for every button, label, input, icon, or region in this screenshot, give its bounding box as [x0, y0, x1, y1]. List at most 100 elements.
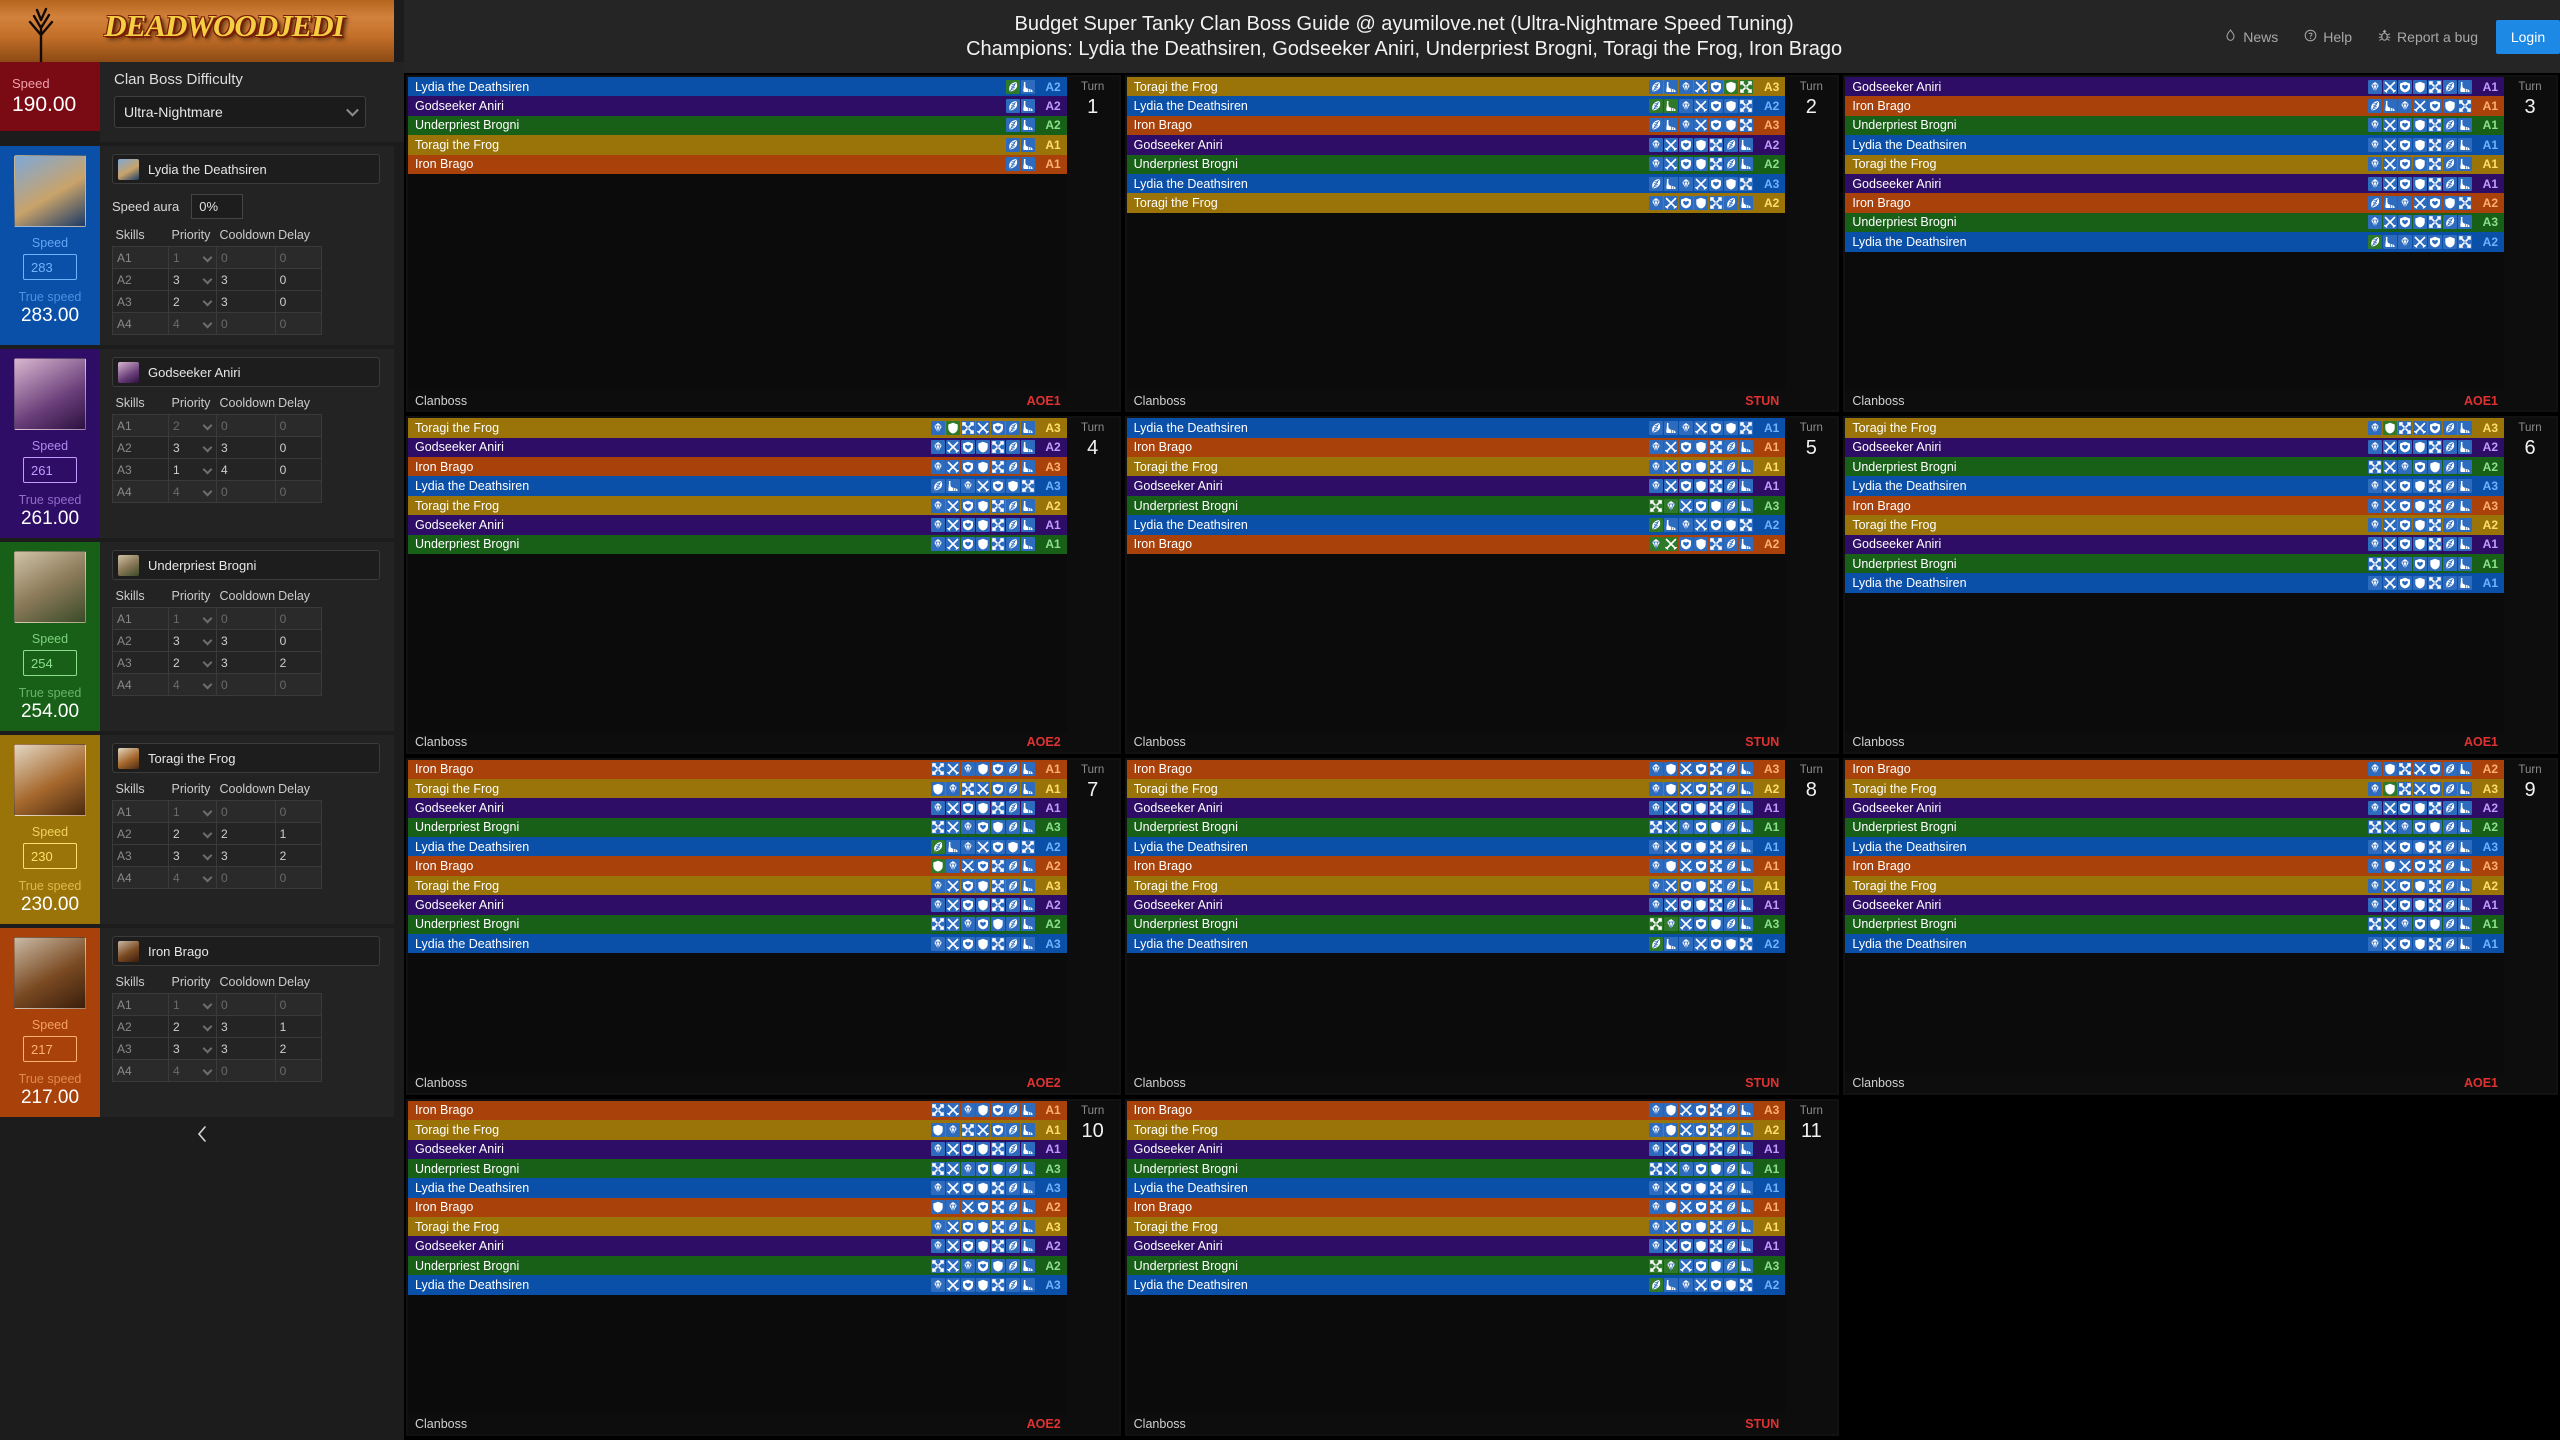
skill-priority-select[interactable]: 4	[168, 673, 217, 696]
turn-row[interactable]: Underpriest Brogni A2	[1845, 457, 2504, 477]
turn-row[interactable]: Underpriest Brogni A1	[1845, 115, 2504, 136]
skill-cooldown-input[interactable]: 3	[216, 290, 276, 313]
skill-cooldown-input[interactable]: 0	[216, 607, 276, 630]
skill-cooldown-input[interactable]: 4	[216, 458, 276, 481]
turn-row[interactable]: Lydia the Deathsiren A3	[408, 476, 1067, 496]
turn-row[interactable]: Iron Brago A1	[1845, 96, 2504, 116]
turn-row[interactable]: Toragi the Frog A1	[408, 135, 1067, 155]
champion-select[interactable]: Godseeker Aniri	[112, 357, 380, 387]
turn-row[interactable]: Toragi the Frog A3	[408, 875, 1067, 896]
skill-cooldown-input[interactable]: 3	[216, 268, 276, 291]
skill-cooldown-input[interactable]: 0	[216, 246, 276, 269]
skill-cooldown-input[interactable]: 0	[216, 673, 276, 696]
turn-row[interactable]: Godseeker Aniri A2	[408, 895, 1067, 915]
turn-row[interactable]: Lydia the Deathsiren A3	[408, 934, 1067, 954]
turn-row[interactable]: Toragi the Frog A1	[1845, 154, 2504, 174]
skill-delay-input[interactable]: 0	[274, 458, 322, 481]
turn-row[interactable]: Underpriest Brogni A2	[1126, 154, 1786, 174]
turn-row[interactable]: Iron Brago A3	[1126, 115, 1786, 136]
turn-row[interactable]: Lydia the Deathsiren A3	[1845, 837, 2504, 857]
skill-cooldown-input[interactable]: 0	[216, 800, 276, 823]
skill-delay-input[interactable]: 0	[274, 312, 322, 335]
skill-cooldown-input[interactable]: 3	[216, 1015, 276, 1038]
turn-row[interactable]: Toragi the Frog A2	[1845, 875, 2504, 896]
skill-cooldown-input[interactable]: 3	[216, 651, 276, 674]
nav-item-news[interactable]: News	[2224, 29, 2278, 45]
skill-delay-input[interactable]: 0	[274, 246, 322, 269]
turn-row[interactable]: Godseeker Aniri A2	[408, 1236, 1067, 1256]
skill-cooldown-input[interactable]: 3	[216, 629, 276, 652]
turn-row[interactable]: Godseeker Aniri A1	[1126, 895, 1786, 915]
turn-row[interactable]: Godseeker Aniri A2	[408, 437, 1067, 458]
nav-item-help[interactable]: Help	[2304, 29, 2352, 45]
skill-delay-input[interactable]: 0	[274, 993, 322, 1016]
skill-priority-select[interactable]: 3	[168, 268, 217, 291]
turn-row[interactable]: Toragi the Frog A2	[1126, 193, 1786, 213]
champion-select[interactable]: Iron Brago	[112, 936, 380, 966]
turn-row[interactable]: Underpriest Brogni A2	[408, 115, 1067, 136]
nav-item-report-a-bug[interactable]: Report a bug	[2378, 29, 2478, 45]
turn-row[interactable]: Lydia the Deathsiren A2	[1126, 934, 1786, 954]
turn-row[interactable]: Godseeker Aniri A1	[1845, 895, 2504, 915]
turn-row[interactable]: Underpriest Brogni A3	[408, 817, 1067, 838]
turn-row[interactable]: Iron Brago A1	[1126, 437, 1786, 458]
turn-row[interactable]: Lydia the Deathsiren A1	[1126, 418, 1786, 438]
turn-row[interactable]: Godseeker Aniri A1	[408, 798, 1067, 818]
skill-priority-select[interactable]: 1	[168, 458, 217, 481]
turn-row[interactable]: Godseeker Aniri A2	[1126, 135, 1786, 155]
turn-row[interactable]: Underpriest Brogni A3	[1126, 495, 1786, 516]
turn-row[interactable]: Lydia the Deathsiren A1	[1126, 837, 1786, 857]
turn-row[interactable]: Iron Brago A3	[1845, 856, 2504, 876]
skill-delay-input[interactable]: 0	[274, 607, 322, 630]
turn-row[interactable]: Godseeker Aniri A1	[1845, 173, 2504, 194]
turn-row[interactable]: Lydia the Deathsiren A3	[408, 1178, 1067, 1198]
speed-input[interactable]: 217	[23, 1036, 77, 1062]
speed-input[interactable]: 230	[23, 843, 77, 869]
turn-row[interactable]: Godseeker Aniri A1	[1845, 534, 2504, 554]
turn-row[interactable]: Godseeker Aniri A1	[408, 515, 1067, 535]
skill-priority-select[interactable]: 4	[168, 480, 217, 503]
speed-input[interactable]: 254	[23, 650, 77, 676]
turn-row[interactable]: Lydia the Deathsiren A2	[1126, 515, 1786, 535]
turn-row[interactable]: Iron Brago A3	[1126, 1100, 1786, 1121]
turn-row[interactable]: Lydia the Deathsiren A2	[1126, 1275, 1786, 1295]
speed-input[interactable]: 283	[23, 254, 77, 280]
turn-row[interactable]: Underpriest Brogni A3	[1126, 914, 1786, 935]
skill-delay-input[interactable]: 0	[274, 268, 322, 291]
skill-delay-input[interactable]: 0	[274, 480, 322, 503]
skill-cooldown-input[interactable]: 3	[216, 436, 276, 459]
turn-row[interactable]: Toragi the Frog A3	[1126, 77, 1786, 97]
champion-select[interactable]: Toragi the Frog	[112, 743, 380, 773]
turn-row[interactable]: Toragi the Frog A2	[1845, 515, 2504, 535]
champion-select[interactable]: Lydia the Deathsiren	[112, 154, 380, 184]
turn-row[interactable]: Iron Brago A2	[1845, 759, 2504, 779]
skill-priority-select[interactable]: 4	[168, 312, 217, 335]
skill-priority-select[interactable]: 1	[168, 246, 217, 269]
turn-row[interactable]: Lydia the Deathsiren A2	[1845, 232, 2504, 252]
skill-priority-select[interactable]: 1	[168, 607, 217, 630]
turn-row[interactable]: Toragi the Frog A2	[1126, 1120, 1786, 1140]
turn-row[interactable]: Iron Brago A2	[408, 856, 1067, 876]
skill-delay-input[interactable]: 0	[274, 800, 322, 823]
turn-row[interactable]: Godseeker Aniri A2	[1845, 798, 2504, 818]
turn-row[interactable]: Toragi the Frog A1	[1126, 875, 1786, 896]
skill-cooldown-input[interactable]: 3	[216, 844, 276, 867]
turn-row[interactable]: Lydia the Deathsiren A3	[1126, 173, 1786, 194]
skill-delay-input[interactable]: 0	[274, 1059, 322, 1082]
turn-row[interactable]: Toragi the Frog A2	[408, 495, 1067, 516]
login-button[interactable]: Login	[2496, 19, 2560, 54]
skill-delay-input[interactable]: 1	[274, 1015, 322, 1038]
turn-row[interactable]: Godseeker Aniri A1	[1845, 77, 2504, 97]
turn-row[interactable]: Lydia the Deathsiren A3	[408, 1275, 1067, 1295]
turn-row[interactable]: Underpriest Brogni A2	[1845, 817, 2504, 838]
turn-row[interactable]: Underpriest Brogni A1	[1126, 1158, 1786, 1179]
skill-priority-select[interactable]: 3	[168, 629, 217, 652]
turn-row[interactable]: Iron Brago A1	[408, 1100, 1067, 1121]
skill-delay-input[interactable]: 0	[274, 436, 322, 459]
skill-delay-input[interactable]: 0	[274, 673, 322, 696]
turn-row[interactable]: Godseeker Aniri A2	[408, 96, 1067, 116]
turn-row[interactable]: Lydia the Deathsiren A2	[408, 837, 1067, 857]
turn-row[interactable]: Iron Brago A2	[1126, 534, 1786, 554]
turn-row[interactable]: Iron Brago A1	[408, 154, 1067, 174]
turn-row[interactable]: Toragi the Frog A3	[408, 1217, 1067, 1237]
